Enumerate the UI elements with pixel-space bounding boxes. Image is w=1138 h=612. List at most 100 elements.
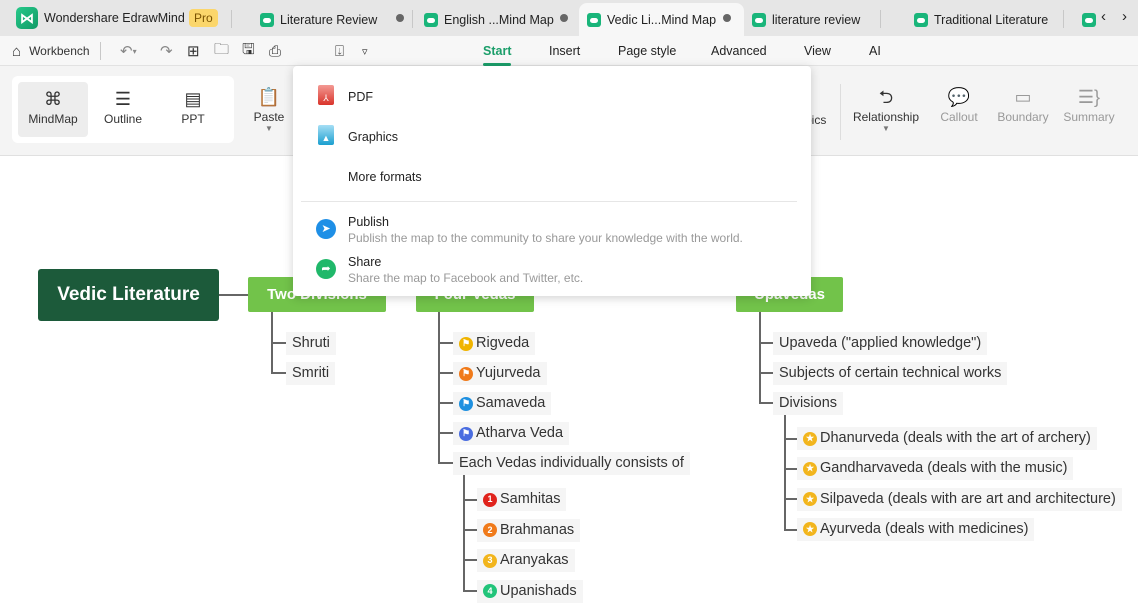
subtopic-label: Yujurveda [476,365,541,381]
image-icon: ▲ [318,125,334,145]
tab-literature-review-2[interactable]: literature review [744,3,868,36]
file-icon [424,12,438,27]
view-mindmap-button[interactable]: ⌘ MindMap [18,82,88,137]
save-icon[interactable]: 🖫 [242,41,255,61]
star-icon: ★ [803,431,817,446]
paste-button[interactable]: 📋 Paste ▼ [245,84,293,133]
callout-button[interactable]: 💬 Callout [935,84,983,124]
app-logo: ⋈ [16,7,38,29]
mindmap-icon: ⌘ [44,89,62,109]
subtopic-upaveda[interactable]: Divisions [773,392,844,415]
share-arrow-icon: ➦ [316,259,336,279]
quick-toolbar: ⌂Workbench ↶▾ ↷ ⊞ 🗀 🖫 ⎙ ⇗▾ ⍗ ▿ Start Ins… [0,36,1138,101]
new-icon[interactable]: ⊞ [187,41,200,61]
subtopic-division[interactable]: ★ Gandharvaveda (deals with the music) [797,457,1074,481]
subtopic-consists[interactable]: Each Vedas individually consists of [453,452,690,475]
export-more-formats-item[interactable]: More formats [293,158,811,194]
flag-icon: ⚑ [459,396,473,411]
file-icon [1082,12,1096,27]
menu-ai[interactable]: AI [869,44,881,58]
subtopic-label: Aranyakas [500,552,569,568]
subtopic-part[interactable]: 4 Upanishads [477,579,583,603]
redo-icon[interactable]: ↷ [160,41,173,61]
menu-view[interactable]: View [804,44,831,58]
file-icon [587,12,601,27]
chevron-left-icon[interactable]: ‹ [1101,8,1106,25]
subtopic-veda[interactable]: ⚑ Yujurveda [453,362,547,385]
subtopic-smriti[interactable]: Smriti [286,362,336,385]
subtopic-label: Brahmanas [500,521,575,538]
subtopic-division[interactable]: ★ Dhanurveda (deals with the art of arche… [797,427,1097,450]
home-icon: ⌂ [12,42,22,60]
ppt-icon: ▤ [184,89,202,109]
subtopic-label: Ayurveda (deals with medicines) [820,520,1029,537]
subtopic-label: Samaveda [476,395,546,411]
flag-icon: ⚑ [459,366,473,381]
file-icon [260,12,274,27]
view-ppt-button[interactable]: ▤ PPT [158,86,228,126]
export-dropdown-menu: ⅄ PDF ▲ Graphics More formats ➤ Publish … [293,66,811,296]
unsaved-dot [396,14,404,22]
tab-literature-review[interactable]: Literature Review [252,3,385,36]
relationship-icon: ⮌ [878,87,894,107]
title-bar: ⋈ Wondershare EdrawMind Pro Literature R… [0,0,1138,36]
import-icon[interactable]: ⍗ [335,41,344,61]
summary-button[interactable]: ☰} Summary [1062,84,1116,124]
view-outline-button[interactable]: ☰ Outline [88,86,158,126]
subtopic-label: Gandharvaveda (deals with the music) [820,460,1068,477]
subtopic-part[interactable]: 3 Aranyakas [477,549,575,572]
menu-advanced[interactable]: Advanced [711,44,767,58]
divider [301,201,797,202]
star-icon: ★ [803,461,817,476]
file-icon [752,12,766,27]
export-graphics-item[interactable]: ▲ Graphics [293,118,811,154]
app-name: Wondershare EdrawMind [44,11,185,25]
pdf-icon: ⅄ [318,85,334,105]
priority-4-icon: 4 [483,584,497,598]
file-icon [914,12,928,27]
subtopic-label: Silpaveda (deals with are art and archit… [820,490,1116,507]
clipboard-icon: 📋 [257,87,281,107]
workbench-button[interactable]: ⌂ Workbench [12,41,90,61]
subtopic-veda[interactable]: ⚑ Rigveda [453,332,536,355]
publish-item[interactable]: ➤ Publish Publish the map to the communi… [293,208,811,248]
menu-start[interactable]: Start [483,44,512,66]
subtopic-part[interactable]: 1 Samhitas [477,488,567,511]
root-topic[interactable]: Vedic Literature [38,269,219,321]
star-icon: ★ [803,492,817,507]
subtopic-division[interactable]: ★ Silpaveda (deals with are art and archi… [797,487,1122,511]
tab-vedic-literature[interactable]: Vedic Li...Mind Map [579,3,744,36]
chevron-right-icon[interactable]: › [1122,8,1127,25]
boundary-icon: ▭ [1014,87,1032,107]
menu-insert[interactable]: Insert [549,44,580,58]
boundary-button[interactable]: ▭ Boundary [995,84,1051,124]
subtopic-upaveda[interactable]: Subjects of certain technical works [773,362,1008,385]
subtopic-label: Subjects of certain technical works [779,365,1002,381]
subtopic-label: Rigveda [476,335,530,351]
undo-icon[interactable]: ↶ ▾ [120,41,137,61]
outline-icon: ☰ [114,89,132,109]
star-icon: ★ [803,522,817,537]
relationship-button[interactable]: ⮌ Relationship ▼ [850,84,922,133]
unsaved-dot [560,14,568,22]
flag-icon: ⚑ [459,336,473,351]
subtopic-division[interactable]: ★ Ayurveda (deals with medicines) [797,517,1035,541]
menu-page-style[interactable]: Page style [618,44,676,58]
print-icon[interactable]: ⎙ [269,41,281,61]
open-folder-icon[interactable]: 🗀 [214,41,229,61]
pro-badge[interactable]: Pro [189,9,218,27]
subtopic-veda[interactable]: ⚑ Atharva Veda [453,422,570,445]
subtopic-label: Upanishads [500,582,577,599]
export-pdf-item[interactable]: ⅄ PDF [293,78,811,114]
callout-icon: 💬 [947,87,971,107]
subtopic-shruti[interactable]: Shruti [286,332,336,355]
unsaved-dot [723,14,731,22]
more-icon[interactable]: ▿ [362,41,368,61]
tab-traditional-literature[interactable]: Traditional Literature [906,3,1056,36]
share-item[interactable]: ➦ Share Share the map to Facebook and Tw… [293,248,811,288]
subtopic-veda[interactable]: ⚑ Samaveda [453,392,552,415]
tab-english-mind-map[interactable]: English ...Mind Map [416,3,562,36]
flag-icon: ⚑ [459,426,473,441]
subtopic-part[interactable]: 2 Brahmanas [477,518,581,542]
subtopic-upaveda[interactable]: Upaveda ("applied knowledge") [773,332,988,355]
